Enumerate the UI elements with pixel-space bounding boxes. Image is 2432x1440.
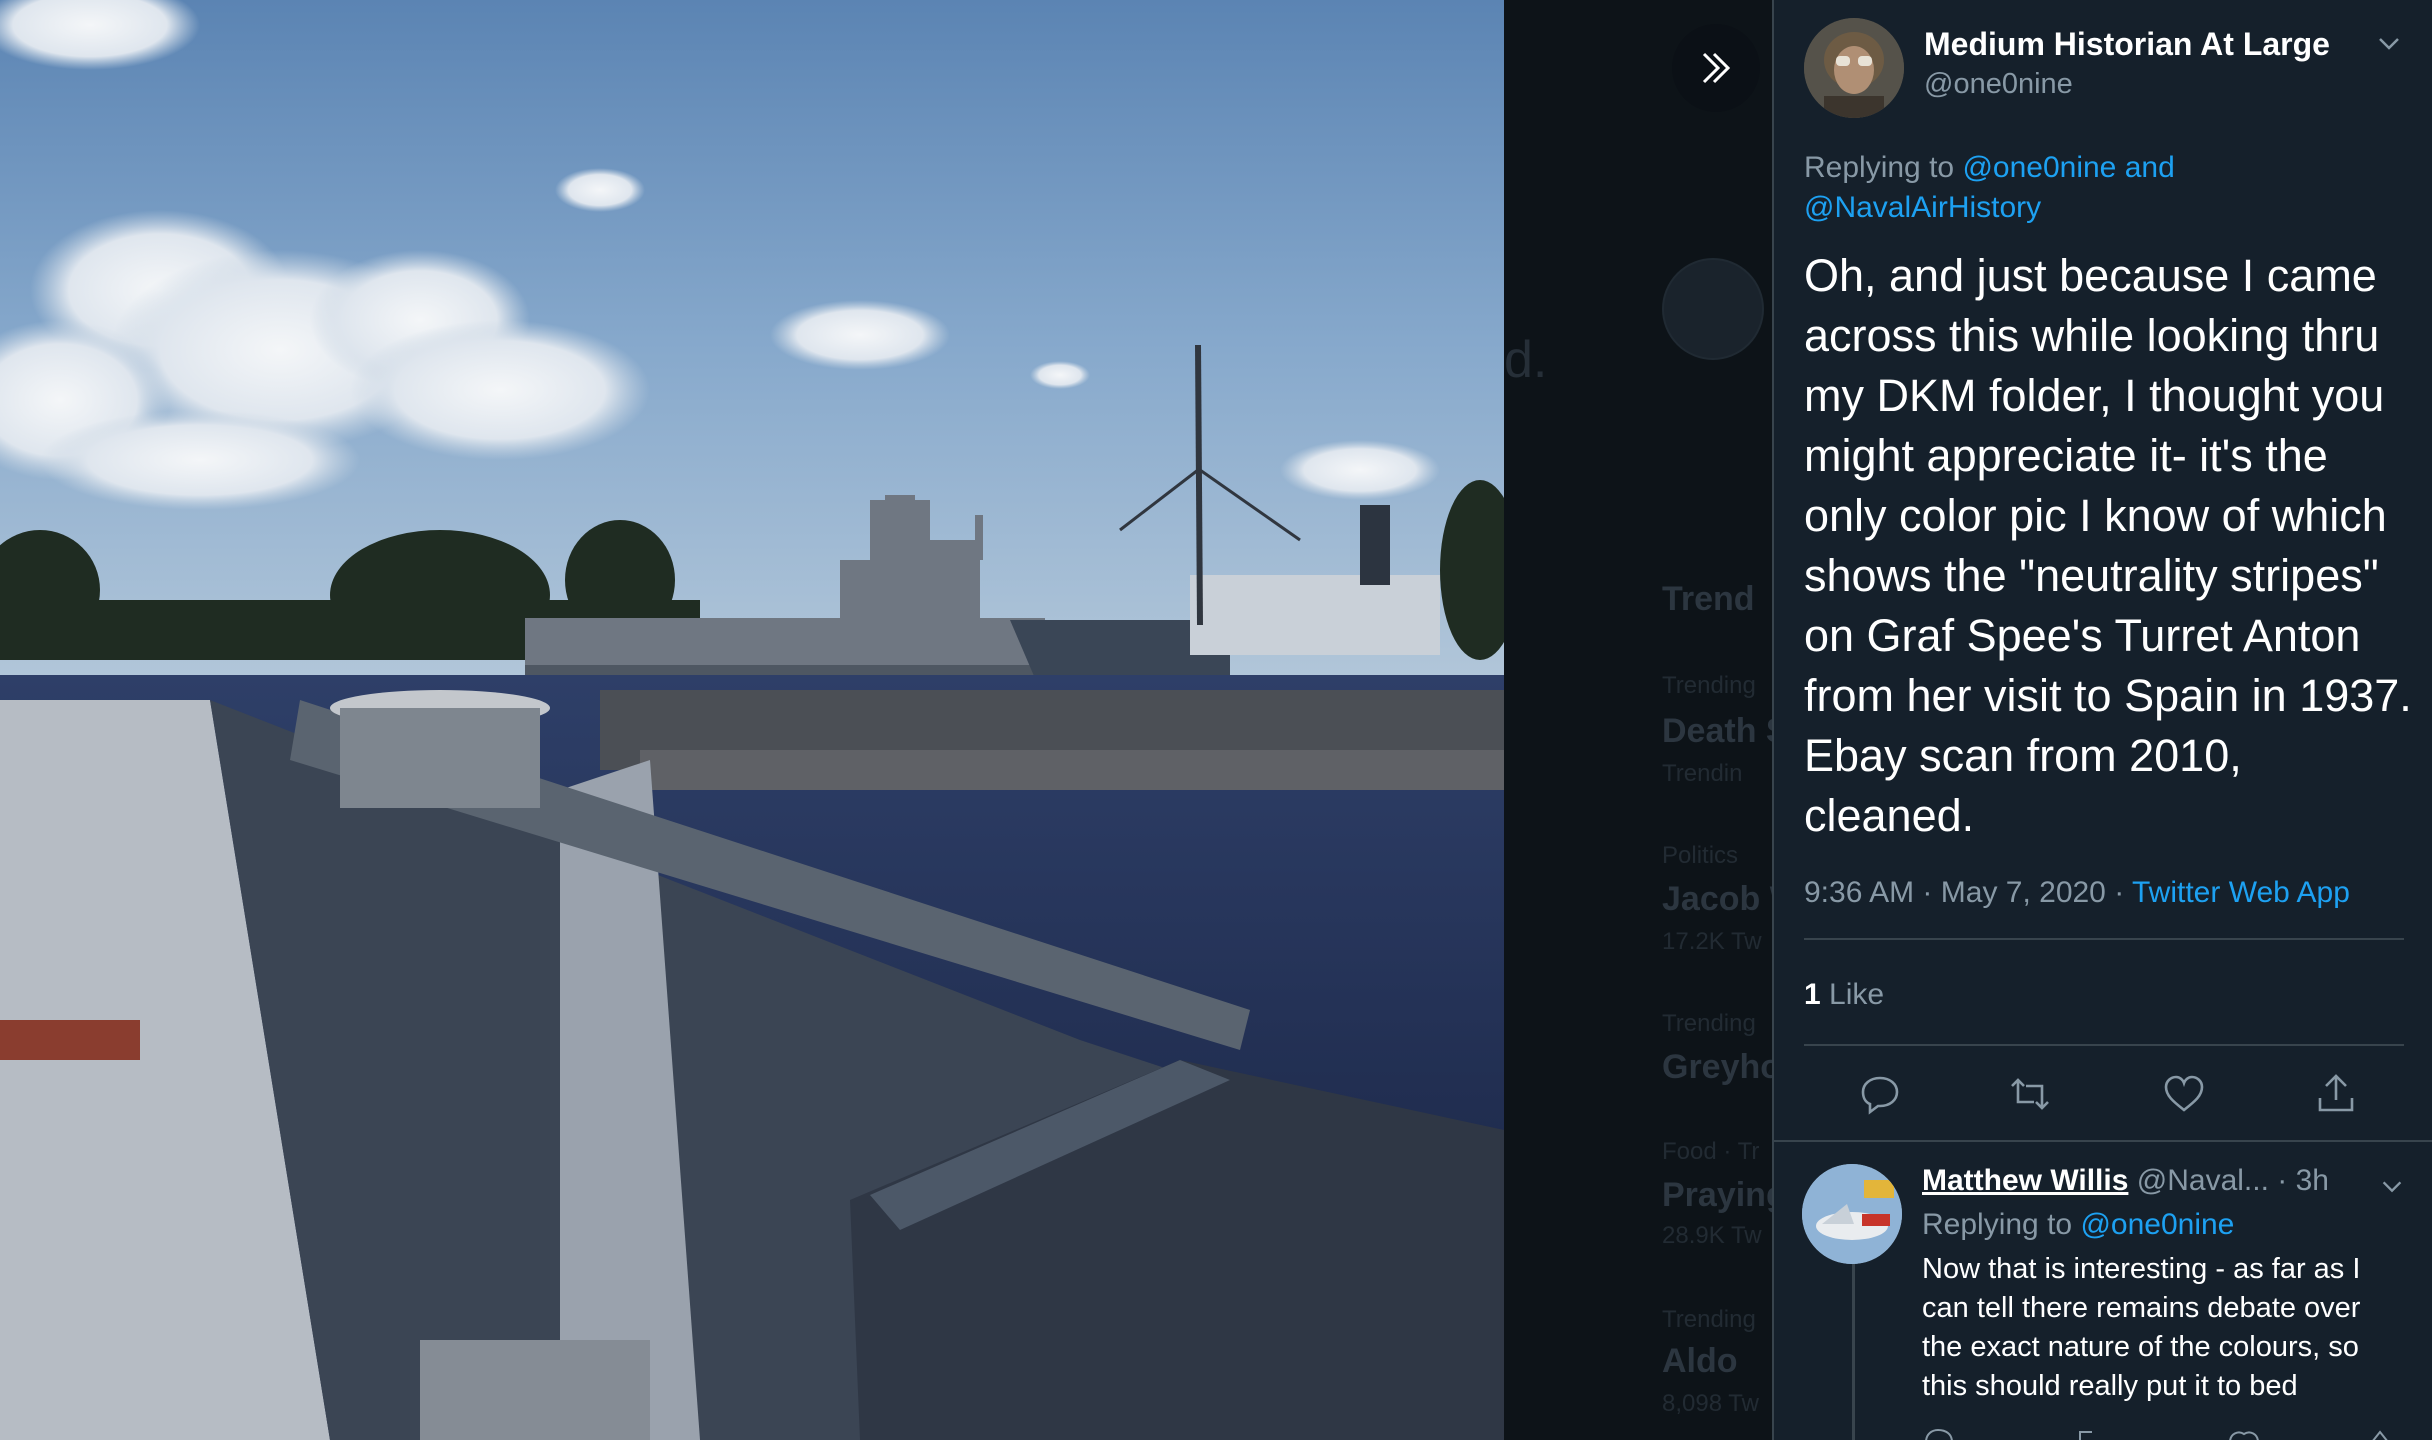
author-name[interactable]: Medium Historian At Large (1924, 26, 2330, 63)
meta-separator: · (1922, 876, 1933, 909)
mention-link[interactable]: @one0nine (1962, 151, 2116, 184)
reply-replying-to: Replying to @one0nine (1922, 1208, 2234, 1242)
replying-prefix: Replying to (1804, 151, 1955, 184)
reply-header: Matthew Willis @Naval... · 3h (1922, 1164, 2329, 1198)
reply-author-name[interactable]: Matthew Willis (1922, 1164, 2128, 1197)
chevron-down-icon[interactable] (2378, 1172, 2406, 1200)
reply-text: Now that is interesting - as far as I ca… (1922, 1253, 2361, 1402)
backdrop-trend-category: Trending (1662, 1010, 1756, 1037)
reply-author-handle[interactable]: @Naval... (2137, 1164, 2269, 1197)
thread-line (1852, 1262, 1855, 1440)
divider (1804, 1044, 2404, 1046)
tweet-detail-panel: Medium Historian At Large @one0nine Repl… (1772, 0, 2432, 1440)
backdrop-trend-sub: 8,098 Tw (1662, 1390, 1759, 1417)
tweet-source-link[interactable]: Twitter Web App (2132, 876, 2350, 909)
aviator-portrait-icon (1804, 18, 1904, 118)
backdrop-fragment: d. (1504, 331, 1548, 389)
mention-link[interactable]: @NavalAirHistory (1804, 191, 2041, 224)
backdrop-trend-sub: 17.2K Tw (1662, 928, 1762, 955)
harbor-photo (0, 0, 1504, 1440)
chevron-down-icon[interactable] (2374, 28, 2404, 58)
author-avatar[interactable] (1804, 18, 1904, 118)
double-chevron-right-icon (1702, 52, 1731, 84)
tweet-text: Oh, and just because I came across this … (1804, 250, 2412, 841)
backdrop-trend-sub: Trendin (1662, 760, 1743, 787)
reply-icon[interactable] (1858, 1072, 1902, 1116)
divider (1774, 1140, 2432, 1142)
reply-age[interactable]: · 3h (2277, 1164, 2329, 1197)
heart-icon[interactable] (2162, 1072, 2206, 1116)
like-count-label: Like (1829, 978, 1885, 1011)
tweet-meta: 9:36 AM · May 7, 2020 · Twitter Web App (1804, 876, 2350, 910)
backdrop-trend-category: Trending (1662, 672, 1756, 699)
replying-and[interactable]: and (2125, 151, 2175, 184)
backdrop-trend-sub: 28.9K Tw (1662, 1222, 1762, 1249)
tweet-time[interactable]: 9:36 AM (1804, 876, 1914, 909)
aircraft-illustration-icon (1802, 1164, 1902, 1264)
backdrop-trend-title: Death S (1662, 712, 1772, 750)
backdrop-trend-title: Aldo (1662, 1342, 1738, 1380)
share-upload-icon[interactable] (2314, 1072, 2358, 1116)
timeline-backdrop: d. Trend Trending Death S Trendin Politi… (1504, 0, 1772, 1440)
collapse-panel-button[interactable] (1672, 24, 1760, 112)
reply-actions-row[interactable] (1922, 1424, 2402, 1440)
replying-prefix: Replying to (1922, 1208, 2073, 1241)
backdrop-trend-title: Praying (1662, 1176, 1772, 1214)
backdrop-avatar (1662, 258, 1764, 360)
author-handle[interactable]: @one0nine (1924, 68, 2073, 101)
like-count-number: 1 (1804, 978, 1821, 1011)
replying-to: Replying to @one0nine and @NavalAirHisto… (1804, 148, 2404, 228)
reply-author-avatar[interactable] (1802, 1164, 1902, 1264)
likes-count[interactable]: 1 Like (1804, 978, 1884, 1012)
mention-link[interactable]: @one0nine (2080, 1208, 2234, 1241)
retweet-icon[interactable] (2008, 1072, 2052, 1116)
backdrop-trend-category: Politics (1662, 842, 1739, 869)
backdrop-trend-category: Trending (1662, 1306, 1756, 1333)
meta-separator: · (2114, 876, 2125, 909)
backdrop-trend-title: Greyhou (1662, 1048, 1772, 1086)
backdrop-trend-category: Food · Tr (1662, 1138, 1760, 1165)
divider (1804, 938, 2404, 940)
tweet-photo[interactable] (0, 0, 1504, 1440)
tweet-date[interactable]: May 7, 2020 (1941, 876, 2106, 909)
backdrop-trends-heading: Trend (1662, 580, 1755, 618)
backdrop-trend-title: Jacob W (1662, 880, 1772, 918)
